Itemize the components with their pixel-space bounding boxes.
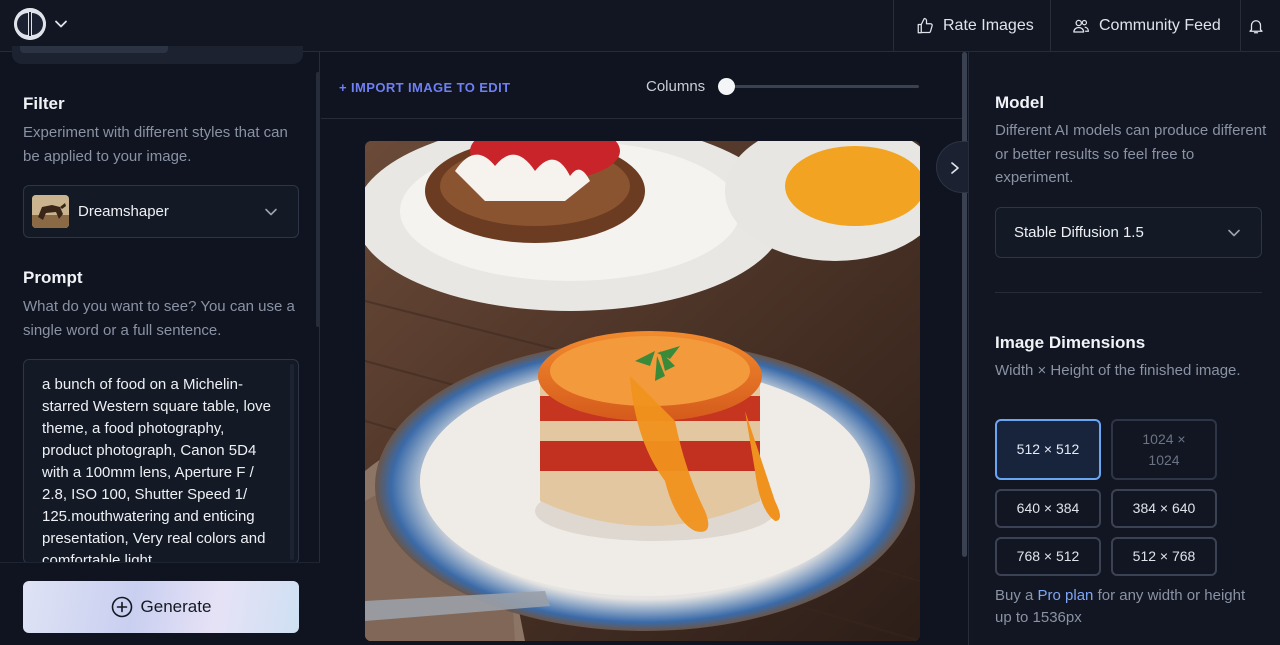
filter-thumbnail <box>32 195 69 228</box>
dimension-option-512x768[interactable]: 512 × 768 <box>1111 537 1217 576</box>
left-panel: Filter Experiment with different styles … <box>0 46 320 645</box>
model-description: Different AI models can produce differen… <box>995 122 1267 186</box>
logo-icon[interactable] <box>14 8 46 40</box>
center-scrollbar[interactable] <box>962 52 967 557</box>
left-panel-scrollbar[interactable] <box>316 72 320 327</box>
thumbs-up-icon <box>917 17 933 34</box>
chevron-down-icon <box>265 208 277 216</box>
filter-description: Experiment with different styles that ca… <box>23 124 288 165</box>
generate-label: Generate <box>140 597 212 616</box>
model-title: Model <box>995 93 1045 112</box>
users-icon <box>1073 19 1089 33</box>
chevron-down-icon <box>1228 229 1240 237</box>
prompt-description: What do you want to see? You can use a s… <box>23 298 295 339</box>
pro-note-prefix: Buy a <box>995 587 1038 604</box>
generate-button[interactable]: Generate <box>23 581 299 633</box>
dimension-option-384x640[interactable]: 384 × 640 <box>1111 489 1217 528</box>
notifications-button[interactable] <box>1240 0 1280 52</box>
dimension-option-768x512[interactable]: 768 × 512 <box>995 537 1101 576</box>
top-bar: Rate Images Community Feed <box>0 0 1280 52</box>
community-feed-button[interactable]: Community Feed <box>1050 0 1240 52</box>
filter-selected-label: Dreamshaper <box>78 203 169 220</box>
generate-area: Generate <box>0 562 320 645</box>
chevron-down-icon[interactable] <box>54 17 68 31</box>
model-select[interactable]: Stable Diffusion 1.5 <box>995 207 1262 258</box>
filter-select[interactable]: Dreamshaper <box>23 185 299 238</box>
center-panel: + IMPORT IMAGE TO EDIT Columns <box>321 52 967 645</box>
dimension-option-1024x1024[interactable]: 1024 × 1024 <box>1111 419 1217 480</box>
columns-slider-handle[interactable] <box>718 78 735 95</box>
right-panel: Model Different AI models can produce di… <box>968 52 1280 645</box>
prompt-text: a bunch of food on a Michelin-starred We… <box>42 376 272 564</box>
prompt-title: Prompt <box>23 268 83 287</box>
dimension-option-640x384[interactable]: 640 × 384 <box>995 489 1101 528</box>
section-divider <box>995 292 1262 293</box>
plus-circle-icon <box>111 596 132 618</box>
import-image-button[interactable]: + IMPORT IMAGE TO EDIT <box>339 80 510 95</box>
center-toolbar: + IMPORT IMAGE TO EDIT Columns <box>321 52 967 119</box>
prompt-textarea[interactable]: a bunch of food on a Michelin-starred We… <box>23 359 299 564</box>
dimensions-title: Image Dimensions <box>995 333 1146 352</box>
model-selected-label: Stable Diffusion 1.5 <box>1014 224 1144 241</box>
dimension-option-512x512[interactable]: 512 × 512 <box>995 419 1101 480</box>
filter-title: Filter <box>23 94 65 113</box>
community-feed-label: Community Feed <box>1099 17 1221 34</box>
prompt-scrollbar[interactable] <box>290 364 294 560</box>
dimensions-description: Width × Height of the finished image. <box>995 362 1241 379</box>
columns-label: Columns <box>646 78 706 95</box>
bell-icon <box>1249 20 1263 34</box>
pro-plan-link[interactable]: Pro plan <box>1038 587 1094 604</box>
chevron-right-icon <box>951 162 959 174</box>
rate-images-button[interactable]: Rate Images <box>893 0 1050 52</box>
previous-section-card <box>12 46 303 64</box>
generated-image[interactable] <box>365 141 920 641</box>
rate-images-label: Rate Images <box>943 17 1034 34</box>
columns-slider-track[interactable] <box>726 85 919 88</box>
pro-plan-note: Buy a Pro plan for any width or height u… <box>995 585 1265 629</box>
